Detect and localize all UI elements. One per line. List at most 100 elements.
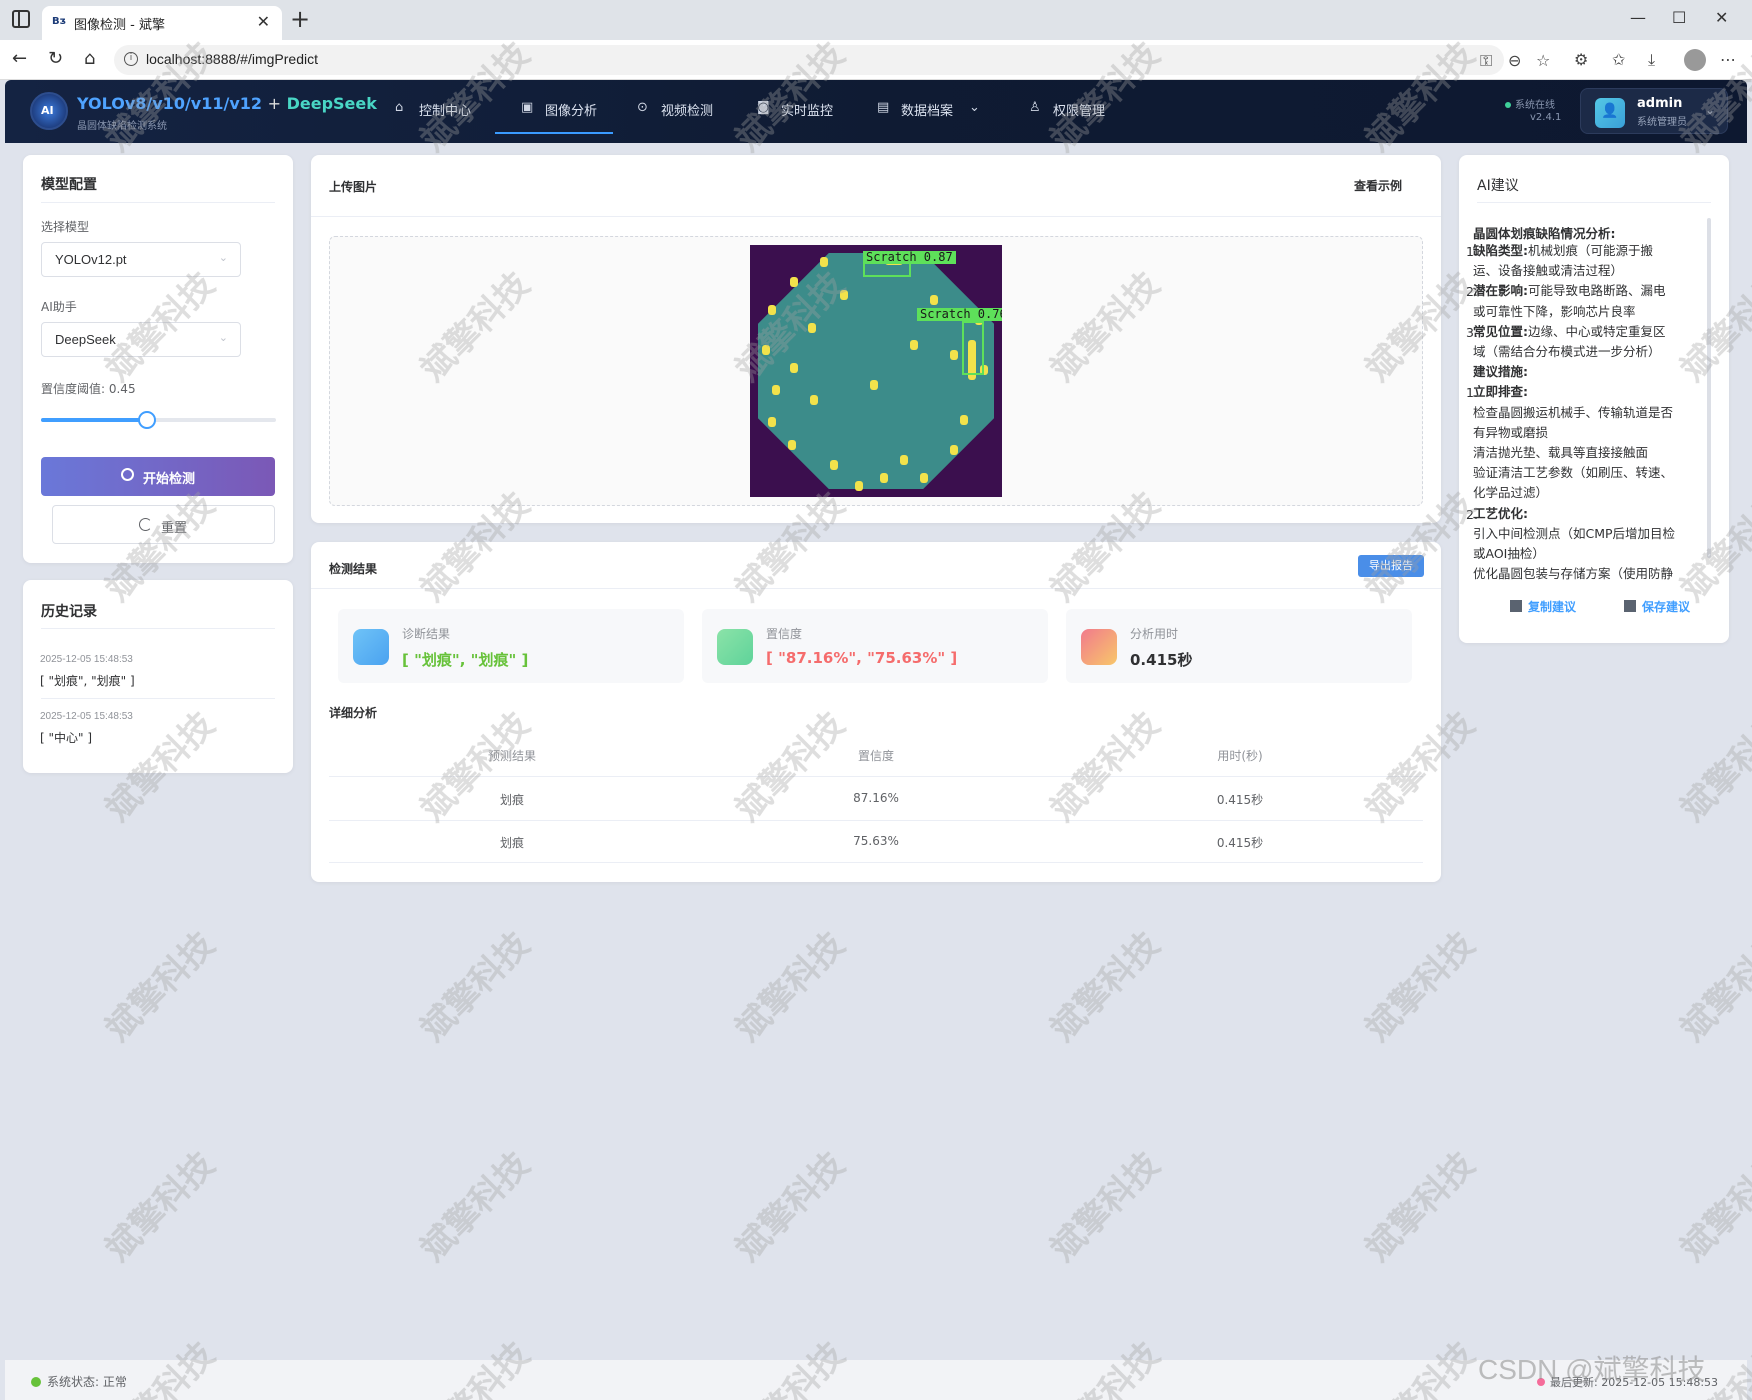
browser-profile-avatar[interactable] — [1684, 49, 1706, 71]
ai-advice-line: 常见位置:边缘、中心或特定重复区 — [1473, 324, 1666, 339]
table-header: 用时(秒) — [1217, 749, 1263, 763]
ai-logo: AI — [30, 92, 68, 130]
divider — [1477, 202, 1711, 203]
back-icon[interactable]: ← — [12, 48, 27, 69]
results-title: 检测结果 — [329, 562, 378, 576]
ai-advice-scrollbar[interactable] — [1707, 218, 1711, 558]
download-icon[interactable]: ⤓ — [1648, 50, 1655, 70]
sidebar-toggle-icon[interactable] — [12, 10, 30, 28]
nav-permissions[interactable]: ♙ 权限管理 — [1029, 80, 1119, 134]
detection-result-image: Scratch 0.87 Scratch 0.76 — [750, 245, 1002, 497]
confidence-value: [ "87.16%", "75.63%" ] — [766, 649, 958, 667]
app-header: AI YOLOv8/v10/v11/v12 + DeepSeek 晶圆体缺陷检测… — [5, 80, 1747, 143]
model-select[interactable]: YOLOv12.pt ⌄ — [41, 242, 241, 277]
info-icon[interactable]: i — [124, 52, 138, 66]
url-input[interactable]: i localhost:8888/#/imgPredict ⚿ ⊖ ☆ — [114, 45, 1550, 75]
ai-advice-line: 运、设备接触或清洁过程） — [1473, 263, 1624, 278]
ai-advice-line: 或AOI抽检） — [1473, 546, 1545, 561]
history-item[interactable]: [ "划痕", "划痕" ] — [40, 672, 135, 689]
chevron-down-icon: ⌄ — [218, 331, 228, 344]
ai-advice-line: 或可靠性下降，影响芯片良率 — [1473, 304, 1636, 319]
model-config-card — [23, 155, 293, 563]
extensions-icon[interactable]: ⚙ — [1574, 50, 1588, 69]
target-icon — [121, 468, 134, 481]
ai-advice-line: 化学品过滤） — [1473, 485, 1549, 500]
timer-icon — [1081, 629, 1117, 665]
user-menu[interactable]: admin 系统管理员 ⌄ — [1580, 88, 1728, 134]
chevron-down-icon: ⌄ — [969, 100, 980, 115]
assistant-select[interactable]: DeepSeek ⌄ — [41, 322, 241, 357]
more-icon[interactable]: ⋯ — [1720, 50, 1736, 69]
divider — [311, 216, 1441, 217]
model-label: 选择模型 — [41, 220, 90, 234]
divider — [311, 588, 1441, 589]
home-browser-icon[interactable]: ⌂ — [84, 48, 95, 69]
detail-title: 详细分析 — [329, 706, 378, 720]
zoom-icon[interactable]: ⊖ — [1508, 51, 1521, 70]
watermark-text: 斌擎科技 — [1043, 1144, 1168, 1270]
watermark-text: 斌擎科技 — [413, 924, 538, 1050]
start-detection-button[interactable]: 开始检测 — [41, 457, 275, 496]
user-role: 系统管理员 — [1637, 117, 1687, 128]
results-card — [311, 542, 1441, 882]
divider — [41, 628, 275, 629]
ai-advice-line: 检查晶圆搬运机械手、传输轨道是否 — [1473, 405, 1674, 420]
slider-handle[interactable] — [137, 411, 156, 429]
document-icon: ▤ — [877, 100, 890, 115]
history-item[interactable]: [ "中心" ] — [40, 729, 92, 746]
system-status: 系统在线 — [1505, 96, 1555, 111]
save-advice-button[interactable]: 保存建议 — [1624, 598, 1690, 615]
nav-control-center[interactable]: ⌂ 控制中心 — [395, 80, 485, 134]
image-icon: ▣ — [521, 100, 534, 115]
tab-title: 图像检测 - 斌擎 — [74, 18, 165, 33]
minimize-icon[interactable]: — — [1630, 8, 1646, 27]
address-bar: ← ↻ ⌂ i localhost:8888/#/imgPredict ⚿ ⊖ … — [0, 40, 1752, 80]
table-cell: 划痕 — [499, 793, 524, 807]
detection-box — [962, 321, 984, 375]
tab-close-icon[interactable]: ✕ — [257, 12, 270, 31]
nav-video-detection[interactable]: ⊙ 视频检测 — [637, 80, 727, 134]
diagnosis-value: [ "划痕", "划痕" ] — [402, 651, 529, 669]
ai-advice-title: AI建议 — [1477, 178, 1519, 194]
new-tab-icon[interactable]: + — [290, 5, 310, 33]
copy-advice-button[interactable]: 复制建议 — [1510, 598, 1576, 615]
maximize-icon[interactable]: ☐ — [1672, 8, 1686, 27]
save-icon — [1624, 600, 1636, 612]
watermark-text: 斌擎科技 — [1673, 704, 1752, 830]
watermark-text: 斌擎科技 — [1358, 924, 1483, 1050]
reload-icon[interactable]: ↻ — [48, 48, 63, 69]
nav-realtime-monitor[interactable]: ◙ 实时监控 — [757, 80, 847, 134]
status-dot-icon — [31, 1377, 41, 1387]
table-header: 预测结果 — [487, 749, 536, 763]
upload-title: 上传图片 — [329, 180, 378, 194]
stat-confidence: 置信度 [ "87.16%", "75.63%" ] — [702, 609, 1048, 683]
user-icon: ♙ — [1029, 100, 1041, 115]
view-example-button[interactable]: 查看示例 — [1354, 177, 1402, 194]
window-close-icon[interactable]: ✕ — [1715, 8, 1728, 27]
table-cell: 划痕 — [499, 836, 524, 850]
divider — [41, 202, 275, 203]
detection-label: Scratch 0.87 — [863, 251, 956, 264]
watermark-text: 斌擎科技 — [413, 1144, 538, 1270]
watermark-text: 斌擎科技 — [1043, 924, 1168, 1050]
favorite-star-icon[interactable]: ☆ — [1536, 51, 1550, 70]
reset-button[interactable]: 重置 — [52, 505, 275, 544]
ai-advice-line: 潜在影响:可能导致电路断路、漏电 — [1473, 283, 1666, 298]
confidence-icon — [717, 629, 753, 665]
brand-subtitle: 晶圆体缺陷检测系统 — [77, 121, 167, 132]
watermark-text: 斌擎科技 — [98, 1144, 223, 1270]
refresh-icon — [139, 518, 152, 531]
favorites-icon[interactable]: ✩ — [1612, 50, 1625, 69]
nav-data-archive[interactable]: ▤ 数据档案 ⌄ — [877, 80, 987, 134]
stat-duration: 分析用时 0.415秒 — [1066, 609, 1412, 683]
user-name: admin — [1637, 96, 1683, 111]
confidence-slider[interactable] — [41, 411, 276, 429]
nav-image-analysis[interactable]: ▣ 图像分析 — [495, 80, 613, 134]
browser-tab[interactable]: Bᴣ 图像检测 - 斌擎 ✕ — [42, 6, 282, 40]
assistant-label: AI助手 — [41, 300, 77, 314]
watermark-text: 斌擎科技 — [1673, 1144, 1752, 1270]
export-report-button[interactable]: 导出报告 — [1358, 555, 1424, 577]
ai-advice-line: 清洁抛光垫、载具等直接接触面 — [1473, 445, 1649, 460]
user-avatar — [1595, 98, 1625, 128]
key-icon[interactable]: ⚿ — [1480, 51, 1492, 71]
